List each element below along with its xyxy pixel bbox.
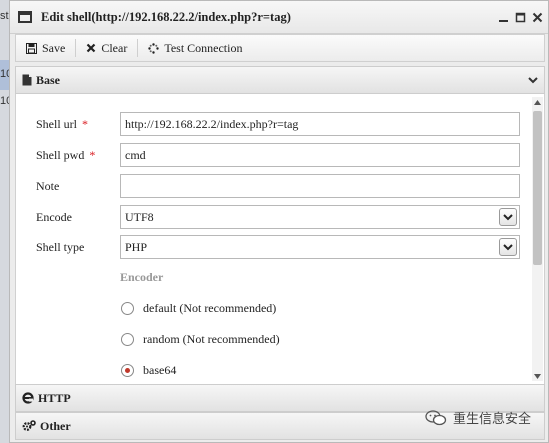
note-row: Note	[36, 174, 121, 198]
encode-label: Encode	[36, 209, 72, 224]
window-title: Edit shell(http://192.168.22.2/index.php…	[41, 9, 291, 24]
chevron-down-icon[interactable]	[499, 238, 517, 256]
minimize-button[interactable]	[495, 9, 512, 26]
section-base-header[interactable]: Base	[15, 66, 545, 94]
encoder-option-label: base64	[143, 363, 177, 377]
shell-url-row: Shell url *	[36, 112, 121, 136]
shell-type-label: Shell type	[36, 239, 85, 254]
save-label: Save	[42, 40, 66, 55]
encoder-legend: Encoder	[120, 270, 164, 284]
required-mark: *	[82, 116, 88, 131]
close-x-icon	[87, 43, 96, 53]
note-input[interactable]	[120, 174, 520, 198]
note-label: Note	[36, 178, 60, 193]
shell-pwd-row: Shell pwd *	[36, 143, 121, 167]
shell-type-select[interactable]: PHP	[120, 235, 520, 259]
shell-url-label: Shell url *	[36, 117, 121, 132]
maximize-icon	[515, 12, 526, 22]
scroll-up-icon[interactable]	[532, 97, 543, 107]
shell-pwd-label: Shell pwd *	[36, 148, 121, 163]
vertical-scrollbar[interactable]	[532, 97, 543, 381]
toolbar: Save Clear Test Connection	[15, 34, 545, 62]
watermark-text: 重生信息安全	[453, 412, 532, 427]
clear-button[interactable]: Clear	[76, 35, 137, 61]
radio-button[interactable]	[121, 333, 134, 346]
base-form: Shell url * http://192.168.22.2/index.php…	[15, 94, 545, 384]
encoder-option-random[interactable]: random (Not recommended)	[121, 332, 280, 347]
encoder-option-base64[interactable]: base64	[121, 363, 176, 378]
chevron-down-icon[interactable]	[499, 208, 517, 226]
encode-value: UTF8	[125, 209, 154, 224]
scrollbar-thumb[interactable]	[533, 111, 542, 265]
close-icon	[532, 12, 543, 22]
chevron-down-icon	[528, 76, 538, 84]
save-icon	[26, 42, 37, 54]
file-icon	[22, 74, 32, 86]
gears-icon	[22, 420, 36, 432]
shell-type-row: Shell type	[36, 235, 121, 259]
spinner-icon	[148, 42, 160, 54]
radio-button[interactable]	[121, 302, 134, 315]
clear-label: Clear	[101, 40, 128, 55]
shell-url-label-text: Shell url	[36, 116, 77, 131]
shell-type-value: PHP	[125, 239, 148, 254]
close-button[interactable]	[529, 9, 546, 26]
section-http-label: HTTP	[38, 390, 71, 405]
encoder-option-label: random (Not recommended)	[143, 332, 280, 346]
maximize-button[interactable]	[512, 9, 529, 26]
shell-pwd-input[interactable]: cmd	[120, 143, 520, 167]
window-icon	[18, 11, 32, 23]
shell-pwd-label-text: Shell pwd	[36, 147, 85, 162]
encode-row: Encode	[36, 205, 121, 229]
background-text: st	[0, 10, 9, 22]
section-base-label: Base	[36, 72, 60, 87]
encoder-option-label: default (Not recommended)	[143, 301, 277, 315]
watermark: 重生信息安全	[425, 408, 531, 427]
required-mark: *	[89, 147, 96, 162]
test-connection-button[interactable]: Test Connection	[138, 35, 252, 61]
shell-url-input[interactable]: http://192.168.22.2/index.php?r=tag	[120, 112, 520, 136]
wechat-icon	[425, 409, 447, 425]
edit-shell-dialog: Edit shell(http://192.168.22.2/index.php…	[9, 0, 549, 443]
encode-select[interactable]: UTF8	[120, 205, 520, 229]
title-bar[interactable]: Edit shell(http://192.168.22.2/index.php…	[10, 1, 548, 34]
save-button[interactable]: Save	[16, 35, 75, 61]
minimize-icon	[499, 19, 508, 22]
internet-explorer-icon	[22, 392, 34, 404]
scroll-down-icon[interactable]	[532, 371, 543, 381]
radio-button-selected[interactable]	[121, 364, 134, 377]
radio-dot	[125, 368, 130, 373]
encoder-option-default[interactable]: default (Not recommended)	[121, 301, 276, 316]
test-connection-label: Test Connection	[164, 40, 243, 55]
